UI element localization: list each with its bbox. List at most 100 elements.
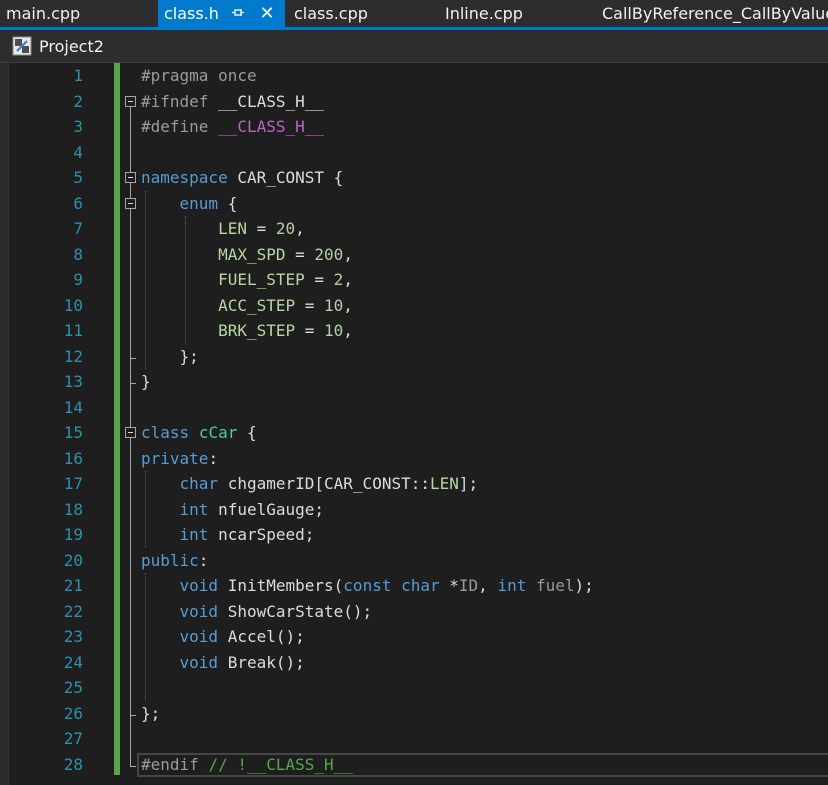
code-text[interactable]: ACC_STEP = 10, [141, 293, 353, 319]
code-text[interactable]: LEN = 20, [141, 216, 305, 242]
code-line[interactable]: 27 [0, 726, 828, 752]
line-number: 2 [73, 91, 83, 111]
code-line[interactable]: 19 int ncarSpeed; [0, 522, 828, 548]
code-line[interactable]: 13} [0, 369, 828, 395]
code-line[interactable]: 8 MAX_SPD = 200, [0, 242, 828, 268]
code-token: void [179, 576, 219, 595]
code-text[interactable]: void Break(); [141, 650, 305, 676]
code-text[interactable]: void InitMembers(const char *ID, int fue… [141, 573, 594, 599]
tab-main-cpp[interactable]: main.cpp [0, 0, 158, 27]
code-token: ]; [458, 474, 479, 493]
code-token: ncarSpeed; [208, 525, 315, 544]
code-token: } [141, 372, 151, 391]
line-number: 20 [63, 550, 83, 570]
project-icon[interactable] [12, 36, 32, 56]
code-line[interactable]: 18 int nfuelGauge; [0, 497, 828, 523]
project-name[interactable]: Project2 [39, 30, 104, 63]
pin-icon[interactable] [230, 0, 246, 27]
code-text[interactable]: char chgamerID[CAR_CONST::LEN]; [141, 471, 479, 497]
code-token: 2 [333, 270, 344, 289]
code-token: , [478, 576, 498, 595]
code-line[interactable]: 3 #define __CLASS_H__ [0, 114, 828, 140]
code-line[interactable]: 17 char chgamerID[CAR_CONST::LEN]; [0, 471, 828, 497]
line-number: 21 [63, 576, 83, 595]
collapse-region-icon[interactable] [125, 197, 136, 209]
code-line[interactable]: 4 [0, 140, 828, 166]
code-text[interactable]: private: [141, 446, 218, 472]
code-token: #define [141, 117, 219, 136]
code-text[interactable]: MAX_SPD = 200, [141, 242, 353, 268]
code-line[interactable]: 7 LEN = 20, [0, 216, 828, 242]
tab-class-cpp[interactable]: class.cpp [288, 0, 438, 27]
code-text[interactable]: void Accel(); [141, 624, 305, 650]
code-line[interactable]: 1 #pragma once [0, 63, 828, 89]
code-token: void [179, 652, 219, 672]
code-text[interactable]: } [141, 369, 151, 395]
code-editor[interactable]: 1 #pragma once 2 #ifndef __CLASS_H__ 3 #defin… [0, 63, 828, 785]
line-number: 4 [73, 142, 83, 162]
code-line[interactable]: 23 void Accel(); [0, 624, 828, 650]
code-token: LEN [429, 474, 459, 493]
code-line[interactable]: 11 BRK_STEP = 10, [0, 318, 828, 344]
code-text[interactable]: namespace CAR_CONST { [141, 165, 343, 191]
code-token: #pragma once [141, 66, 257, 85]
code-token: , [343, 244, 353, 264]
tab-class-h[interactable]: class.h ✕ [158, 0, 285, 27]
code-token: public [141, 550, 199, 570]
indent-guide [185, 216, 186, 344]
code-text[interactable]: int nfuelGauge; [141, 497, 325, 523]
code-text[interactable]: enum { [141, 191, 238, 217]
code-line[interactable]: 22 void ShowCarState(); [0, 599, 828, 625]
code-token: 20 [275, 219, 296, 238]
indent-guide [145, 573, 146, 701]
code-line[interactable]: 16 private: [0, 446, 828, 472]
code-text[interactable]: #define __CLASS_H__ [141, 114, 324, 140]
code-token: = [285, 244, 315, 264]
line-number: 15 [63, 423, 83, 442]
line-number: 25 [63, 678, 83, 697]
code-line[interactable]: 25 [0, 675, 828, 701]
code-line[interactable]: 21 void InitMembers(const char *ID, int … [0, 573, 828, 599]
code-text[interactable]: int ncarSpeed; [141, 522, 315, 548]
code-text[interactable]: #ifndef __CLASS_H__ [141, 89, 324, 115]
line-number: 16 [63, 448, 83, 468]
tab-inline-cpp[interactable]: Inline.cpp [439, 0, 596, 27]
code-line[interactable]: 24 void Break(); [0, 650, 828, 676]
code-text[interactable]: void ShowCarState(); [141, 599, 373, 625]
code-text[interactable]: BRK_STEP = 10, [141, 318, 353, 344]
code-text[interactable]: class cCar { [141, 420, 257, 446]
code-text[interactable]: public: [141, 548, 208, 574]
code-token: Break(); [218, 652, 305, 672]
code-text[interactable]: #pragma once [141, 63, 257, 89]
tab-label: main.cpp [6, 4, 81, 23]
collapse-region-icon[interactable] [125, 172, 136, 183]
code-token: ShowCarState(); [218, 601, 373, 621]
code-text[interactable]: FUEL_STEP = 2, [141, 267, 353, 293]
line-number: 13 [63, 372, 83, 391]
code-text[interactable]: }; [141, 701, 160, 727]
code-text[interactable]: }; [141, 344, 199, 370]
code-line[interactable]: 26}; [0, 701, 828, 727]
tab-callbyreference-callbyvalue[interactable]: CallByReference_CallByValue [596, 0, 828, 27]
outline-line [130, 208, 131, 358]
code-line[interactable]: 12 }; [0, 344, 828, 370]
code-token: InitMembers( [218, 576, 344, 595]
code-line[interactable]: 14 [0, 395, 828, 421]
code-line[interactable]: 10 ACC_STEP = 10, [0, 293, 828, 319]
code-token: * [439, 576, 459, 595]
close-icon[interactable]: ✕ [258, 0, 276, 27]
outline-line [130, 438, 131, 715]
collapse-region-icon[interactable] [125, 95, 136, 107]
collapse-region-icon[interactable] [125, 427, 136, 438]
code-token: chgamerID[CAR_CONST:: [218, 474, 430, 493]
code-line[interactable]: 20 public: [0, 548, 828, 574]
code-token: , [343, 270, 353, 289]
document-tab-strip: main.cpp class.h ✕ class.cpp Inline.cpp … [0, 0, 828, 27]
line-number: 23 [63, 627, 83, 646]
current-line-highlight [137, 752, 828, 777]
code-line[interactable]: 9 FUEL_STEP = 2, [0, 267, 828, 293]
line-number: 28 [63, 754, 83, 774]
